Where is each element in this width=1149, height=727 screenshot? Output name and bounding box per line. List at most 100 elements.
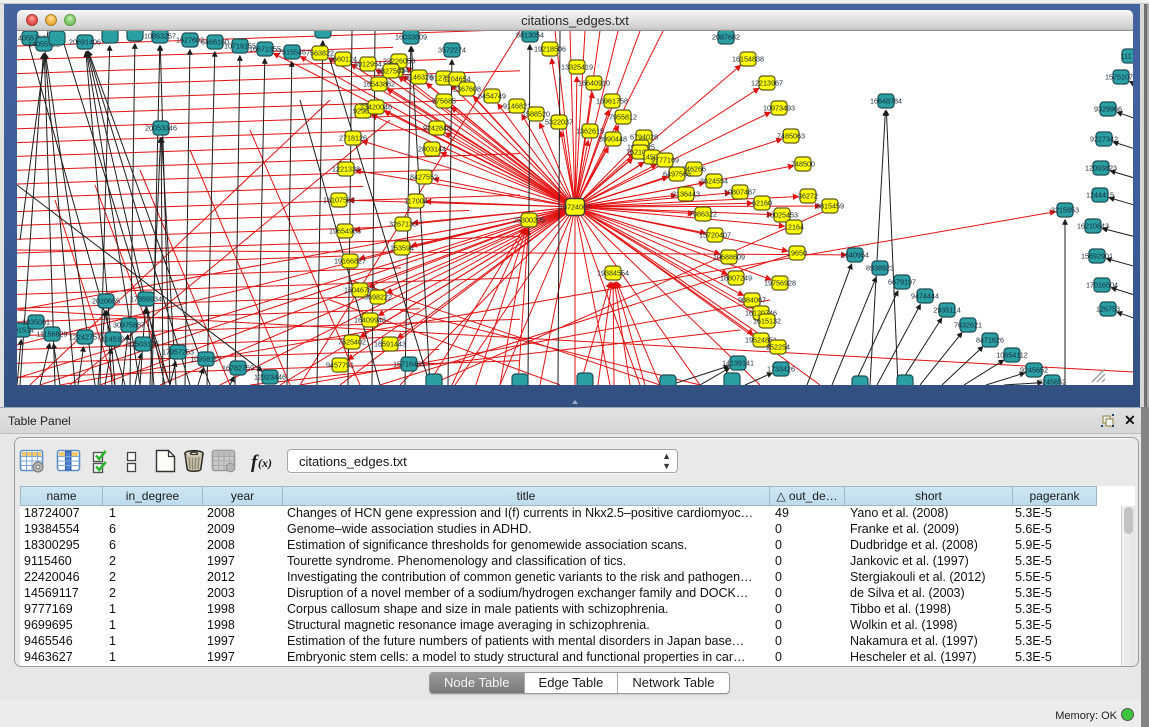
svg-text:16591443: 16591443 <box>374 339 406 348</box>
svg-text:16640910: 16640910 <box>578 78 610 87</box>
svg-text:114519: 114519 <box>101 334 124 343</box>
svg-text:15751074: 15751074 <box>1105 72 1133 81</box>
svg-text:2020655: 2020655 <box>92 296 120 305</box>
svg-text:3827503: 3827503 <box>377 66 405 75</box>
svg-text:1640954: 1640954 <box>841 250 869 259</box>
svg-text:10025453: 10025453 <box>766 210 798 219</box>
svg-text:19756928: 19756928 <box>764 278 796 287</box>
svg-text:2935114: 2935114 <box>933 305 960 314</box>
svg-text:8990448: 8990448 <box>599 134 627 143</box>
svg-text:16409948: 16409948 <box>354 315 386 324</box>
svg-text:2718126: 2718126 <box>339 133 367 142</box>
svg-text:7625402: 7625402 <box>338 337 366 346</box>
svg-text:14139141: 14139141 <box>722 358 754 367</box>
svg-text:2803144: 2803144 <box>418 144 446 153</box>
svg-text:2087682: 2087682 <box>712 32 740 41</box>
svg-text:10973493: 10973493 <box>763 103 795 112</box>
svg-text:10853257: 10853257 <box>144 31 176 40</box>
svg-text:62160: 62160 <box>752 198 772 207</box>
svg-text:8815459: 8815459 <box>816 201 844 210</box>
svg-text:5322037: 5322037 <box>545 117 573 126</box>
svg-text:18724007: 18724007 <box>559 203 591 212</box>
svg-text:19166827: 19166827 <box>334 256 366 265</box>
svg-text:8146328: 8146328 <box>405 72 433 81</box>
svg-text:3572274: 3572274 <box>438 45 466 54</box>
svg-text:126753: 126753 <box>1096 304 1120 313</box>
svg-text:12164: 12164 <box>784 222 804 231</box>
svg-text:13325419: 13325419 <box>561 62 593 71</box>
svg-text:8813054: 8813054 <box>516 31 544 39</box>
svg-text:153594: 153594 <box>390 243 414 252</box>
svg-text:16671355: 16671355 <box>249 44 281 53</box>
svg-text:3215953: 3215953 <box>1051 205 1079 214</box>
svg-text:9329966: 9329966 <box>1094 104 1122 113</box>
svg-text:1527602: 1527602 <box>176 35 204 44</box>
svg-text:252254: 252254 <box>766 342 790 351</box>
svg-text:8427552: 8427552 <box>410 172 438 181</box>
svg-text:17957253: 17957253 <box>162 347 194 356</box>
svg-text:3624554: 3624554 <box>700 176 728 185</box>
svg-text:30975887: 30975887 <box>113 320 145 329</box>
svg-text:9777169: 9777169 <box>651 155 679 164</box>
svg-text:16154838: 16154838 <box>732 54 764 63</box>
svg-text:9245652: 9245652 <box>1038 377 1066 385</box>
svg-text:6679197: 6679197 <box>888 277 916 286</box>
svg-text:10958117: 10958117 <box>190 354 221 363</box>
svg-text:1733426: 1733426 <box>767 364 795 373</box>
svg-text:9457791: 9457791 <box>326 360 354 369</box>
svg-text:16107563: 16107563 <box>323 195 355 204</box>
svg-text:19384554: 19384554 <box>597 268 629 277</box>
svg-text:16033809: 16033809 <box>395 32 427 41</box>
svg-text:748500: 748500 <box>791 159 815 168</box>
svg-text:11156829: 11156829 <box>37 329 68 338</box>
svg-text:17359934: 17359934 <box>130 294 162 303</box>
svg-text:16543862: 16543862 <box>363 79 395 88</box>
svg-text:18807249: 18807249 <box>720 273 752 282</box>
svg-text:8938923: 8938923 <box>866 263 894 272</box>
svg-text:9084067: 9084067 <box>738 295 766 304</box>
svg-text:16782759: 16782759 <box>222 363 254 372</box>
svg-text:16961758: 16961758 <box>596 96 628 105</box>
svg-text:9242848: 9242848 <box>423 123 451 132</box>
svg-text:2136443: 2136443 <box>672 189 700 198</box>
svg-text:9245652: 9245652 <box>1020 365 1048 374</box>
svg-text:10654112: 10654112 <box>996 350 1027 359</box>
svg-text:6497568: 6497568 <box>663 169 691 178</box>
svg-text:23420046: 23420046 <box>360 102 392 111</box>
svg-text:675685: 675685 <box>432 96 456 105</box>
svg-text:7986322: 7986322 <box>689 209 717 218</box>
svg-text:10688609: 10688609 <box>713 252 745 261</box>
svg-text:9474444: 9474444 <box>911 291 939 300</box>
svg-text:19654983: 19654983 <box>329 226 361 235</box>
svg-text:(x): (x) <box>258 456 272 470</box>
svg-text:2367608: 2367608 <box>453 84 481 93</box>
svg-text:15716485: 15716485 <box>393 359 425 368</box>
svg-text:25300205: 25300205 <box>513 215 545 224</box>
svg-text:8471626: 8471626 <box>976 335 1004 344</box>
svg-text:20053346: 20053346 <box>145 123 177 132</box>
svg-text:11170: 11170 <box>1121 51 1133 60</box>
svg-text:16210643: 16210643 <box>1077 221 1109 230</box>
svg-text:12323446: 12323446 <box>254 372 286 381</box>
svg-text:7955812: 7955812 <box>609 112 637 121</box>
svg-text:1244415: 1244415 <box>1086 190 1114 199</box>
svg-text:15692901: 15692901 <box>1081 251 1113 260</box>
svg-text:8454749: 8454749 <box>478 91 506 100</box>
svg-text:7485063: 7485063 <box>777 131 805 140</box>
svg-text:15720407: 15720407 <box>699 230 731 239</box>
svg-text:1615132: 1615132 <box>753 316 781 325</box>
svg-text:117004: 117004 <box>404 196 427 205</box>
svg-text:19650: 19650 <box>787 248 807 257</box>
svg-text:12213967: 12213967 <box>751 78 783 87</box>
svg-text:19218506: 19218506 <box>534 44 566 53</box>
svg-text:9227342: 9227342 <box>1090 134 1118 143</box>
svg-text:20691406: 20691406 <box>69 37 101 46</box>
svg-text:7632621: 7632621 <box>954 320 982 329</box>
svg-text:7515546: 7515546 <box>278 47 306 56</box>
svg-text:9660124: 9660124 <box>329 54 357 63</box>
svg-text:3698222: 3698222 <box>364 292 392 301</box>
svg-text:12242757: 12242757 <box>69 332 101 341</box>
svg-text:10807487: 10807487 <box>724 187 756 196</box>
svg-text:36272: 36272 <box>798 191 818 200</box>
svg-text:1221338: 1221338 <box>332 164 360 173</box>
